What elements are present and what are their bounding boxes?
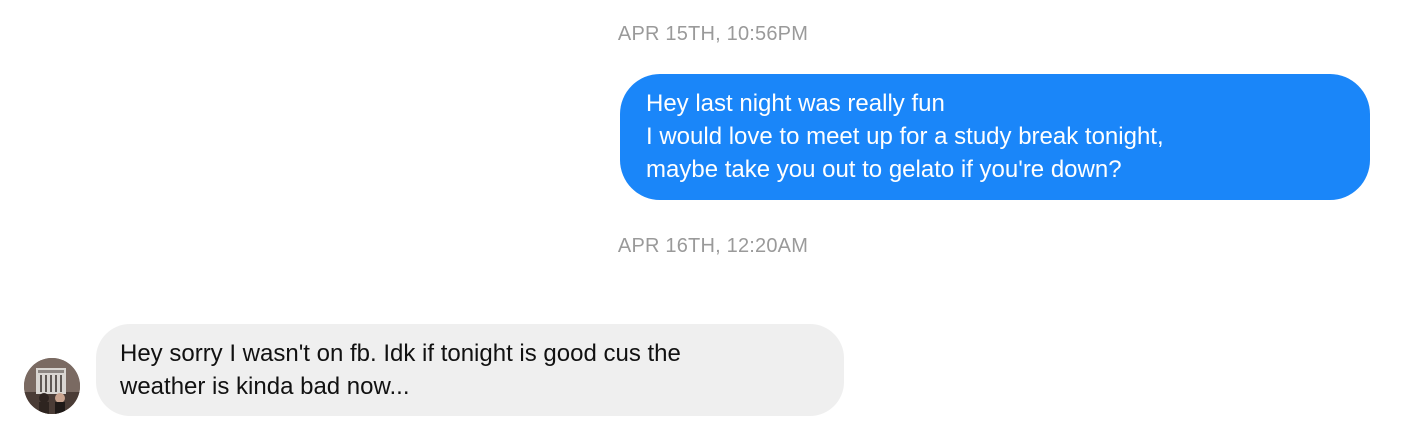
outgoing-message-bubble[interactable]: Hey last night was really fun I would lo… bbox=[620, 74, 1370, 200]
message-line: maybe take you out to gelato if you're d… bbox=[646, 156, 1122, 183]
timestamp-divider: APR 16TH, 12:20AM bbox=[617, 235, 809, 257]
message-line: Hey last night was really fun bbox=[646, 90, 945, 117]
incoming-message-bubble[interactable]: Hey sorry I wasn't on fb. Idk if tonight… bbox=[96, 324, 844, 416]
message-line: weather is kinda bad now... bbox=[120, 373, 410, 400]
timestamp-divider: APR 15TH, 10:56PM bbox=[617, 23, 809, 45]
avatar-photo-icon[interactable] bbox=[24, 358, 80, 414]
avatar-image bbox=[24, 358, 80, 414]
message-line: Hey sorry I wasn't on fb. Idk if tonight… bbox=[120, 340, 681, 367]
message-line: I would love to meet up for a study brea… bbox=[646, 123, 1164, 150]
